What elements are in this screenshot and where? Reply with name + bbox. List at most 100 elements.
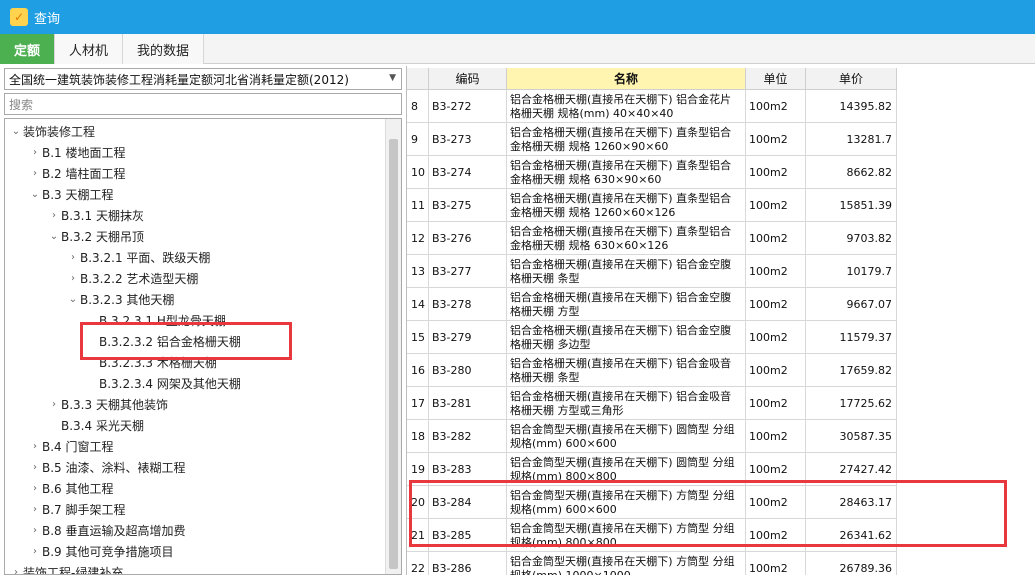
header-unit[interactable]: 单位	[746, 68, 806, 90]
cell-name: 铝合金筒型天棚(直接吊在天棚下) 圆筒型 分组规格(mm) 600×600	[507, 420, 746, 453]
cell-unit: 100m2	[746, 123, 806, 156]
cell-index: 8	[407, 90, 429, 123]
cell-unit: 100m2	[746, 552, 806, 575]
cell-name: 铝合金格栅天棚(直接吊在天棚下) 直条型铝合金格栅天棚 规格 1260×90×6…	[507, 123, 746, 156]
cell-name: 铝合金格栅天棚(直接吊在天棚下) 铝合金空腹格栅天棚 条型	[507, 255, 746, 288]
cell-unit: 100m2	[746, 321, 806, 354]
tree-item[interactable]: › B.7 脚手架工程	[28, 499, 126, 520]
cell-code: B3-281	[429, 387, 507, 420]
tree-item[interactable]: › B.4 门窗工程	[28, 436, 114, 457]
cell-unit: 100m2	[746, 90, 806, 123]
tree-item[interactable]: › B.3.2.2 艺术造型天棚	[66, 268, 198, 289]
cell-unit: 100m2	[746, 288, 806, 321]
tab-quota[interactable]: 定额	[0, 34, 56, 64]
tree-item[interactable]: › B.3.3 天棚其他装饰	[47, 394, 168, 415]
tree-item[interactable]: › B.3.2.1 平面、跌级天棚	[66, 247, 210, 268]
table-row[interactable]: 12 B3-276 铝合金格栅天棚(直接吊在天棚下) 直条型铝合金格栅天棚 规格 6…	[407, 222, 897, 255]
highlight-box-tree	[80, 322, 292, 360]
chevron-down-icon[interactable]: ▼	[389, 73, 396, 83]
tree-item-label: 装饰装修工程	[23, 125, 96, 139]
cell-unit: 100m2	[746, 255, 806, 288]
chevron-right-icon[interactable]: ›	[28, 462, 42, 473]
cell-price: 26789.36	[806, 552, 897, 575]
table-row[interactable]: 14 B3-278 铝合金格栅天棚(直接吊在天棚下) 铝合金空腹格栅天棚 方型 100…	[407, 288, 897, 321]
tree-item[interactable]: ⌄ B.3 天棚工程	[28, 184, 114, 205]
chevron-right-icon[interactable]: ›	[47, 210, 61, 221]
cell-price: 10179.7	[806, 255, 897, 288]
tree-item-label: B.3.2.2 艺术造型天棚	[80, 272, 199, 286]
cell-price: 9703.82	[806, 222, 897, 255]
chevron-right-icon[interactable]: ›	[28, 504, 42, 515]
chevron-right-icon[interactable]: ›	[66, 252, 80, 263]
table-row[interactable]: 16 B3-280 铝合金格栅天棚(直接吊在天棚下) 铝合金吸音格栅天棚 条型 100…	[407, 354, 897, 387]
table-row[interactable]: 9 B3-273 铝合金格栅天棚(直接吊在天棚下) 直条型铝合金格栅天棚 规格 12…	[407, 123, 897, 156]
cell-name: 铝合金格栅天棚(直接吊在天棚下) 直条型铝合金格栅天棚 规格 1260×60×1…	[507, 189, 746, 222]
tree-item[interactable]: ⌄ B.3.2.3 其他天棚	[66, 289, 175, 310]
cell-name: 铝合金格栅天棚(直接吊在天棚下) 铝合金吸音格栅天棚 方型或三角形	[507, 387, 746, 420]
tree-item-label: B.6 其他工程	[42, 482, 114, 496]
tree-item-label: B.3.2.3 其他天棚	[80, 293, 175, 307]
tree-item[interactable]: B.3.4 采光天棚	[47, 415, 144, 436]
chevron-down-icon[interactable]: ⌄	[47, 231, 61, 242]
table-row[interactable]: 13 B3-277 铝合金格栅天棚(直接吊在天棚下) 铝合金空腹格栅天棚 条型 100…	[407, 255, 897, 288]
cell-index: 12	[407, 222, 429, 255]
cell-name: 铝合金筒型天棚(直接吊在天棚下) 方筒型 分组规格(mm) 1000×1000	[507, 552, 746, 575]
cell-index: 16	[407, 354, 429, 387]
cell-unit: 100m2	[746, 354, 806, 387]
tree-item[interactable]: ⌄ B.3.2 天棚吊顶	[47, 226, 144, 247]
tree-item-label: B.3.1 天棚抹灰	[61, 209, 144, 223]
chevron-right-icon[interactable]: ›	[47, 399, 61, 410]
tree-item[interactable]: › B.6 其他工程	[28, 478, 114, 499]
tree-item-label: B.8 垂直运输及超高增加费	[42, 524, 186, 538]
tree-item[interactable]: › B.8 垂直运输及超高增加费	[28, 520, 186, 541]
tree-item-label: B.2 墙柱面工程	[42, 167, 126, 181]
tree-scrollbar-thumb[interactable]	[389, 139, 398, 569]
tree-item[interactable]: › 装饰工程-绿建补充	[9, 562, 123, 574]
tab-my-data[interactable]: 我的数据	[123, 34, 205, 64]
header-name[interactable]: 名称	[507, 68, 746, 90]
tree-item[interactable]: › B.2 墙柱面工程	[28, 163, 126, 184]
chevron-right-icon[interactable]: ›	[28, 546, 42, 557]
chevron-right-icon[interactable]: ›	[28, 525, 42, 536]
cell-name: 铝合金格栅天棚(直接吊在天棚下) 铝合金花片格栅天棚 规格(mm) 40×40×…	[507, 90, 746, 123]
chevron-right-icon[interactable]: ›	[28, 441, 42, 452]
chevron-right-icon[interactable]: ›	[66, 273, 80, 284]
cell-index: 10	[407, 156, 429, 189]
cell-price: 9667.07	[806, 288, 897, 321]
chevron-right-icon[interactable]: ›	[28, 147, 42, 158]
search-input[interactable]: 搜索	[4, 93, 402, 115]
chevron-down-icon[interactable]: ⌄	[9, 126, 23, 137]
chevron-right-icon[interactable]: ›	[9, 567, 23, 574]
tree-item-label: B.3.2 天棚吊顶	[61, 230, 144, 244]
tree-item[interactable]: B.3.2.3.4 网架及其他天棚	[85, 373, 241, 394]
tree-item[interactable]: › B.9 其他可竞争措施项目	[28, 541, 174, 562]
table-row[interactable]: 18 B3-282 铝合金筒型天棚(直接吊在天棚下) 圆筒型 分组规格(mm) 60…	[407, 420, 897, 453]
tree-item[interactable]: ⌄ 装饰装修工程	[9, 121, 95, 142]
tree-scrollbar[interactable]	[385, 119, 401, 574]
chevron-down-icon[interactable]: ⌄	[28, 189, 42, 200]
tree-item[interactable]: › B.1 楼地面工程	[28, 142, 126, 163]
table-row[interactable]: 10 B3-274 铝合金格栅天棚(直接吊在天棚下) 直条型铝合金格栅天棚 规格 6…	[407, 156, 897, 189]
table-row[interactable]: 17 B3-281 铝合金格栅天棚(直接吊在天棚下) 铝合金吸音格栅天棚 方型或三角…	[407, 387, 897, 420]
tab-labor-material-machine[interactable]: 人材机	[55, 34, 124, 64]
cell-price: 14395.82	[806, 90, 897, 123]
chevron-right-icon[interactable]: ›	[28, 483, 42, 494]
table-row[interactable]: 15 B3-279 铝合金格栅天棚(直接吊在天棚下) 铝合金空腹格栅天棚 多边型 10…	[407, 321, 897, 354]
header-price[interactable]: 单价	[806, 68, 897, 90]
tree-item[interactable]: › B.5 油漆、涂料、裱糊工程	[28, 457, 186, 478]
window-title: 查询	[34, 11, 61, 27]
quota-library-select[interactable]: 全国统一建筑装饰装修工程消耗量定额河北省消耗量定额(2012) ▼	[4, 68, 402, 90]
table-row[interactable]: 8 B3-272 铝合金格栅天棚(直接吊在天棚下) 铝合金花片格栅天棚 规格(mm)…	[407, 90, 897, 123]
cell-unit: 100m2	[746, 420, 806, 453]
cell-unit: 100m2	[746, 387, 806, 420]
chevron-right-icon[interactable]: ›	[28, 168, 42, 179]
tree-item[interactable]: › B.3.1 天棚抹灰	[47, 205, 144, 226]
cell-code: B3-280	[429, 354, 507, 387]
chevron-down-icon[interactable]: ⌄	[66, 294, 80, 305]
header-code[interactable]: 编码	[429, 68, 507, 90]
table-row[interactable]: 11 B3-275 铝合金格栅天棚(直接吊在天棚下) 直条型铝合金格栅天棚 规格 1…	[407, 189, 897, 222]
cell-price: 17725.62	[806, 387, 897, 420]
quota-library-value: 全国统一建筑装饰装修工程消耗量定额河北省消耗量定额(2012)	[9, 72, 349, 87]
table-row[interactable]: 22B3-286铝合金筒型天棚(直接吊在天棚下) 方筒型 分组规格(mm) 10…	[407, 552, 897, 575]
cell-code: B3-274	[429, 156, 507, 189]
